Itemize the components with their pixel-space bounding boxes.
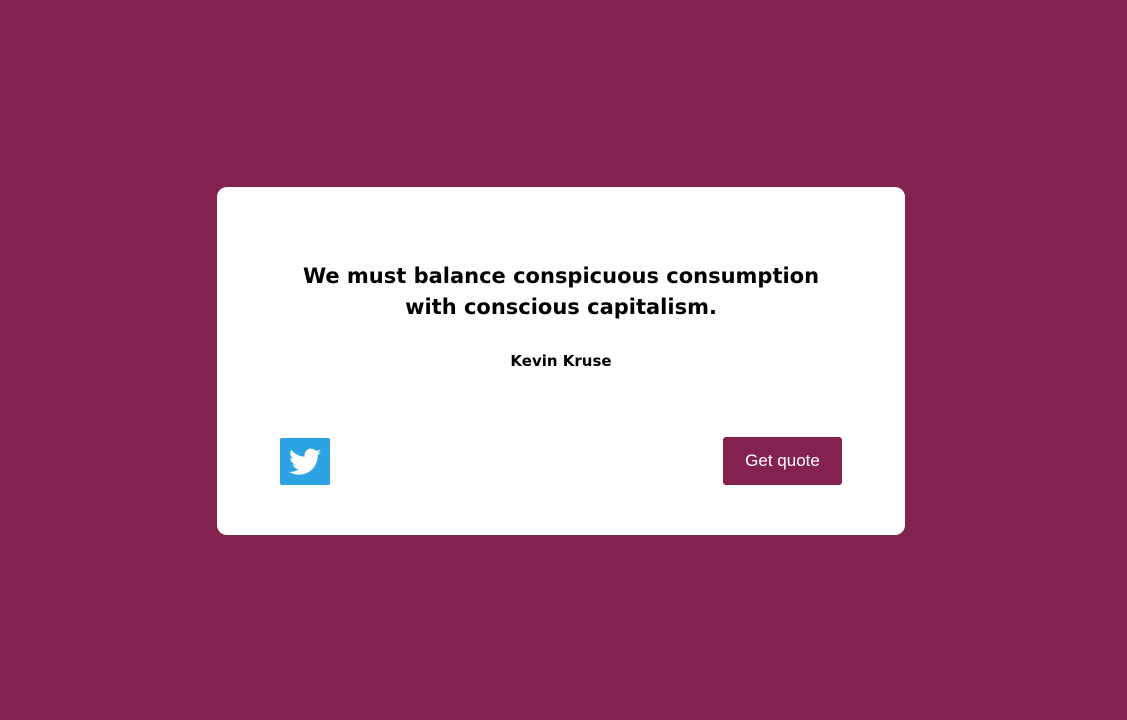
twitter-icon: [289, 448, 321, 476]
quote-box: We must balance conspicuous consumption …: [217, 187, 905, 535]
quote-text: We must balance conspicuous consumption …: [302, 264, 820, 319]
tweet-quote-button[interactable]: [280, 438, 330, 485]
new-quote-button[interactable]: Get quote: [723, 437, 842, 485]
quote-author: Kevin Kruse: [510, 352, 612, 370]
